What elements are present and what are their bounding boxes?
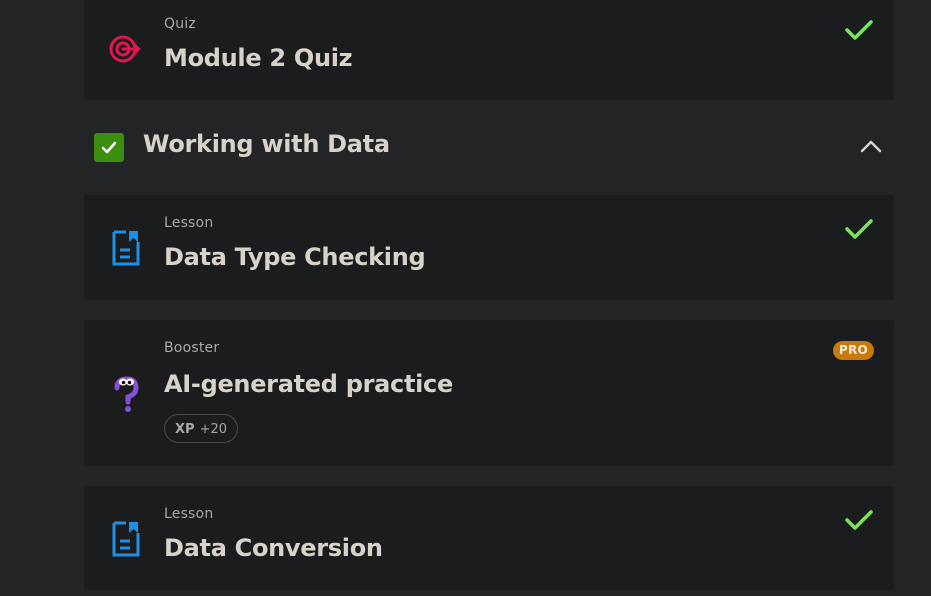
target-icon: [109, 35, 141, 63]
card-type-label: Lesson: [164, 506, 214, 522]
check-icon: [845, 20, 873, 40]
xp-reward-pill: XP +20: [164, 414, 238, 443]
card-title: Data Conversion: [164, 534, 383, 562]
section-title: Working with Data: [143, 130, 390, 158]
card-type-label: Quiz: [164, 16, 196, 32]
document-bookmark-icon: [112, 230, 140, 266]
card-type-label: Booster: [164, 340, 220, 356]
section-header[interactable]: Working with Data: [84, 112, 894, 182]
booster-card[interactable]: Booster AI-generated practice PRO XP +20: [84, 320, 894, 466]
check-icon: [845, 219, 873, 239]
xp-label: XP: [175, 422, 195, 437]
section-checkbox[interactable]: [94, 133, 124, 162]
document-bookmark-icon: [112, 521, 140, 557]
check-icon: [845, 510, 873, 530]
xp-value: +20: [199, 422, 227, 437]
pro-badge: PRO: [832, 341, 874, 360]
quiz-card[interactable]: Quiz Module 2 Quiz: [84, 0, 894, 100]
question-mascot-icon: [114, 376, 139, 412]
lesson-card[interactable]: Lesson Data Conversion: [84, 486, 894, 590]
card-title: Module 2 Quiz: [164, 44, 353, 72]
lesson-card[interactable]: Lesson Data Type Checking: [84, 195, 894, 300]
card-title: Data Type Checking: [164, 243, 426, 271]
card-title: AI-generated practice: [164, 370, 453, 398]
check-icon: [101, 141, 117, 154]
card-type-label: Lesson: [164, 215, 214, 231]
chevron-up-icon[interactable]: [858, 136, 884, 156]
